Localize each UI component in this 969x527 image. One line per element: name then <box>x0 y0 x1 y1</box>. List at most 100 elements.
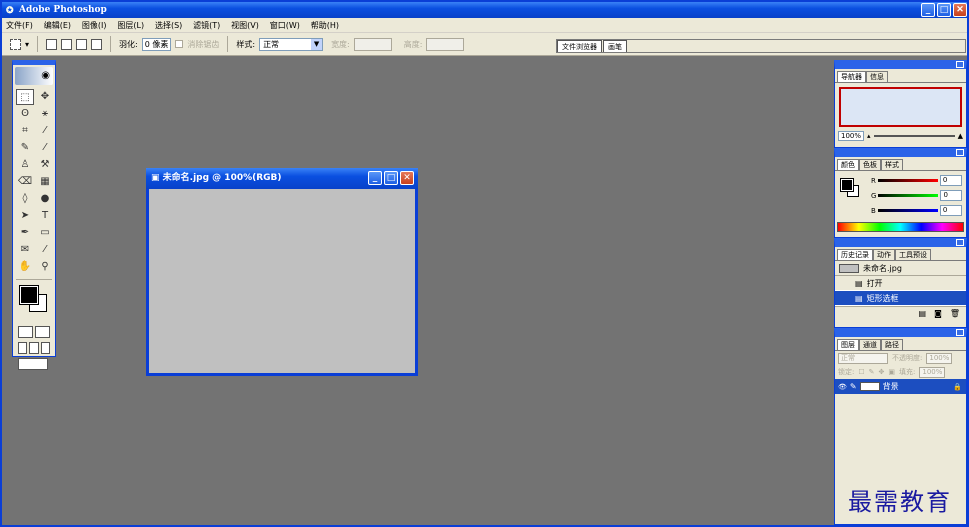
file-browser-tab[interactable]: 文件浏览器 <box>557 40 602 52</box>
full-screen-icon[interactable] <box>40 342 50 354</box>
dodge-tool-icon[interactable]: ● <box>36 191 54 207</box>
eyedropper-tool-icon[interactable]: ⁄ <box>36 242 54 258</box>
lasso-tool-icon[interactable]: ʘ <box>16 106 34 122</box>
full-screen-menu-icon[interactable] <box>29 342 39 354</box>
menu-layer[interactable]: 图层(L) <box>117 21 144 30</box>
channel-slider[interactable] <box>877 209 938 212</box>
hand-tool-icon[interactable]: ✋ <box>16 259 34 275</box>
tab-color[interactable]: 颜色 <box>837 159 859 170</box>
standard-screen-icon[interactable] <box>18 342 28 354</box>
menu-image[interactable]: 图像(I) <box>82 21 107 30</box>
rectangle-tool-icon[interactable]: ▭ <box>36 225 54 241</box>
lock-pixels-icon[interactable]: ✎ <box>869 368 875 376</box>
tab-styles[interactable]: 样式 <box>881 159 903 170</box>
doc-close-button[interactable]: ✕ <box>400 171 414 185</box>
close-button[interactable]: ✕ <box>953 3 967 17</box>
image-canvas[interactable] <box>149 189 415 373</box>
eraser-tool-icon[interactable]: ⌫ <box>16 174 34 190</box>
channel-value-input[interactable]: 0 <box>940 190 963 201</box>
antialias-checkbox[interactable] <box>175 40 184 48</box>
brushes-tab[interactable]: 画笔 <box>603 40 627 52</box>
marquee-preset-icon[interactable] <box>10 38 21 50</box>
trash-icon[interactable]: 🗑 <box>950 309 960 318</box>
blend-mode-select[interactable]: 正常 <box>838 352 888 364</box>
tab-layers[interactable]: 图层 <box>837 339 859 350</box>
menu-file[interactable]: 文件(F) <box>6 21 33 30</box>
tab-channels[interactable]: 通道 <box>859 339 881 350</box>
minimize-button[interactable]: _ <box>921 3 935 17</box>
panel-menu-icon[interactable] <box>956 329 964 336</box>
tab-history[interactable]: 历史记录 <box>837 249 873 260</box>
notes-tool-icon[interactable]: ✉ <box>16 242 34 258</box>
quick-mask-mode-icon[interactable] <box>35 326 50 338</box>
channel-slider[interactable] <box>878 194 939 197</box>
move-tool-icon[interactable]: ✥ <box>36 89 54 105</box>
document-title-bar[interactable]: ▣ 未命名.jpg @ 100%(RGB) _ □ ✕ <box>146 168 418 189</box>
maximize-button[interactable]: □ <box>937 3 951 17</box>
new-snapshot-icon[interactable]: ◙ <box>934 309 942 318</box>
add-selection-icon[interactable] <box>61 38 73 50</box>
gradient-tool-icon[interactable]: ▦ <box>36 174 54 190</box>
navigator-preview[interactable] <box>839 87 962 127</box>
new-selection-icon[interactable] <box>46 38 58 50</box>
adobe-online-icon[interactable]: ◉ <box>15 67 53 85</box>
doc-minimize-button[interactable]: _ <box>368 171 382 185</box>
zoom-in-icon[interactable]: ▲ <box>958 132 963 140</box>
tab-swatches[interactable]: 色板 <box>859 159 881 170</box>
panel-menu-icon[interactable] <box>956 61 964 68</box>
menu-select[interactable]: 选择(S) <box>155 21 182 30</box>
menu-window[interactable]: 窗口(W) <box>270 21 300 30</box>
history-state[interactable]: ▤ 打开 <box>835 276 966 291</box>
opacity-input[interactable]: 100% <box>926 352 953 364</box>
channel-value-input[interactable]: 0 <box>939 175 962 186</box>
color-foreground-swatch[interactable] <box>840 178 854 192</box>
panel-menu-icon[interactable] <box>956 239 964 246</box>
tab-paths[interactable]: 路径 <box>881 339 903 350</box>
tab-navigator[interactable]: 导航器 <box>837 71 866 82</box>
magic-wand-tool-icon[interactable]: ⚹ <box>36 106 54 122</box>
standard-mode-icon[interactable] <box>18 326 33 338</box>
color-spectrum-bar[interactable] <box>837 222 964 232</box>
lock-all-icon[interactable]: ▣ <box>888 368 895 376</box>
path-selection-tool-icon[interactable]: ➤ <box>16 208 34 224</box>
menu-filter[interactable]: 滤镜(T) <box>193 21 220 30</box>
zoom-value[interactable]: 100% <box>838 131 865 141</box>
lock-transparency-icon[interactable]: ☐ <box>858 368 864 376</box>
width-input[interactable] <box>353 37 392 51</box>
fill-input[interactable]: 100% <box>919 366 946 378</box>
healing-brush-tool-icon[interactable]: ✎ <box>16 140 34 156</box>
menu-help[interactable]: 帮助(H) <box>311 21 339 30</box>
doc-maximize-button[interactable]: □ <box>384 171 398 185</box>
jump-to-imageready-icon[interactable] <box>18 358 48 370</box>
lock-position-icon[interactable]: ✥ <box>879 368 885 376</box>
subtract-selection-icon[interactable] <box>76 38 88 50</box>
history-state[interactable]: ▤ 矩形选框 <box>835 291 966 306</box>
tab-tool-presets[interactable]: 工具预设 <box>895 249 931 260</box>
style-select[interactable]: 正常 ▼ <box>259 37 324 51</box>
pen-tool-icon[interactable]: ✒ <box>16 225 34 241</box>
panel-menu-icon[interactable] <box>956 149 964 156</box>
crop-tool-icon[interactable]: ⌗ <box>16 123 34 139</box>
history-brush-tool-icon[interactable]: ⚒ <box>36 157 54 173</box>
intersect-selection-icon[interactable] <box>91 38 103 50</box>
brush-tool-icon[interactable]: ⁄ <box>36 140 54 156</box>
slice-tool-icon[interactable]: ⁄ <box>36 123 54 139</box>
channel-slider[interactable] <box>877 179 938 182</box>
eye-icon[interactable]: 👁 <box>838 383 847 391</box>
marquee-tool-icon[interactable]: ⬚ <box>16 89 34 105</box>
menu-edit[interactable]: 编辑(E) <box>44 21 71 30</box>
marquee-preset-dropdown-icon[interactable]: ▾ <box>25 40 29 49</box>
channel-value-input[interactable]: 0 <box>939 205 962 216</box>
zoom-tool-icon[interactable]: ⚲ <box>36 259 54 275</box>
blur-tool-icon[interactable]: ◊ <box>16 191 34 207</box>
zoom-slider[interactable] <box>873 135 955 137</box>
menu-view[interactable]: 视图(V) <box>231 21 259 30</box>
tab-info[interactable]: 信息 <box>866 71 888 82</box>
feather-input[interactable]: 0 像素 <box>141 37 172 51</box>
foreground-color-swatch[interactable] <box>19 285 39 305</box>
type-tool-icon[interactable]: T <box>36 208 54 224</box>
height-input[interactable] <box>426 37 465 51</box>
zoom-out-icon[interactable]: ▴ <box>867 132 871 140</box>
clone-stamp-tool-icon[interactable]: ♙ <box>16 157 34 173</box>
history-snapshot[interactable]: 未命名.jpg <box>835 261 966 276</box>
